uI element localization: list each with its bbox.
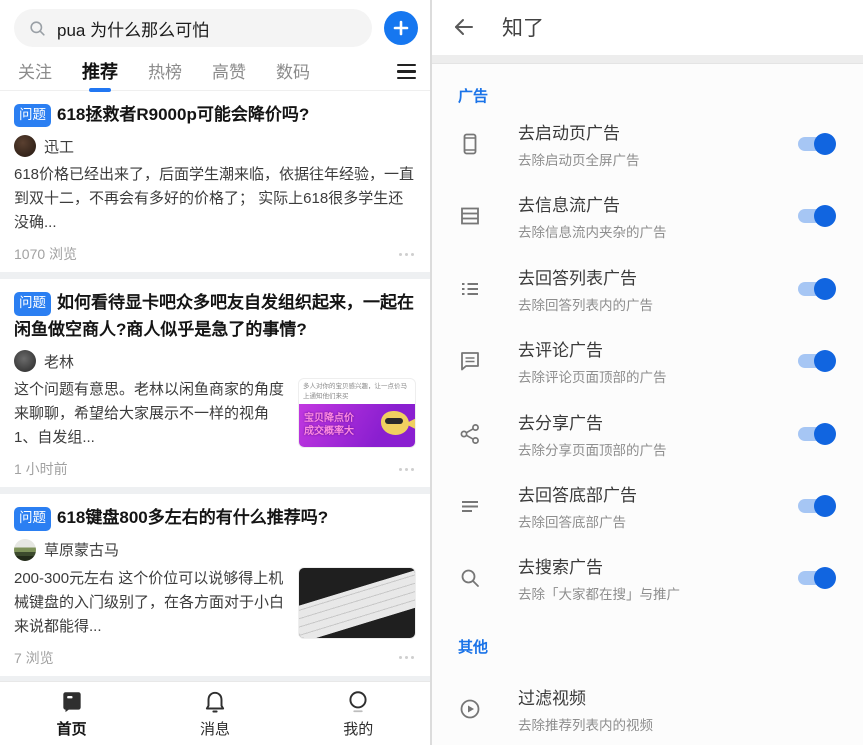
tab-recommend[interactable]: 推荐 (82, 58, 118, 94)
home-icon (62, 691, 81, 712)
question-badge: 问题 (14, 506, 51, 531)
author-name[interactable]: 草原蒙古马 (44, 539, 119, 560)
plus-icon (393, 20, 409, 36)
toggle-share-ads[interactable] (798, 422, 836, 445)
setting-row-search-ads[interactable]: 去搜索广告 去除「大家都在搜」与推广 (432, 542, 863, 614)
lines-icon (462, 500, 478, 512)
toggle-comment-ads[interactable] (798, 350, 836, 373)
smartphone-icon (463, 133, 477, 155)
toggle-search-ads[interactable] (798, 567, 836, 590)
feed-card[interactable]: 问题 618键盘800多左右的有什么推荐吗? 草原蒙古马 200-300元左右 这… (0, 494, 430, 676)
back-arrow-icon[interactable] (452, 15, 476, 39)
tab-digital[interactable]: 数码 (276, 58, 310, 93)
nav-home[interactable]: 首页 (32, 689, 112, 739)
setting-row-filter-videos[interactable]: 过滤视频 去除推荐列表内的视频 (432, 673, 863, 745)
search-icon (30, 20, 45, 36)
avatar[interactable] (14, 350, 36, 373)
keyboard-image (299, 567, 415, 638)
more-icon[interactable] (399, 252, 416, 256)
avatar[interactable] (14, 538, 36, 561)
header-divider (432, 54, 863, 64)
settings-header: 知了 (432, 0, 863, 55)
fish-ad-banner: 宝贝降点价 成交概率大 (299, 403, 415, 448)
bell-icon (205, 691, 225, 713)
share-icon (460, 423, 479, 444)
profile-icon (349, 690, 367, 712)
view-count: 7 浏览 (14, 649, 54, 666)
settings-panel: 知了 广告 去启动页广告 去除启动页全屏广告 去信息流广告 去除信息流内夹杂的广… (432, 0, 863, 745)
setting-row-share-ads[interactable]: 去分享广告 去除分享页面顶部的广告 (432, 397, 863, 469)
feed-card[interactable]: 问题 如何看待显卡吧众多吧友自发组织起来，一起在闲鱼做空商人?商人似乎是急了的事情… (0, 279, 430, 488)
question-badge: 问题 (14, 103, 51, 128)
nav-messages[interactable]: 消息 (175, 689, 255, 739)
view-count: 1070 浏览 (14, 246, 78, 263)
feed-list: 问题 618拯救者R9000p可能会降价吗? 迅工 618价格已经出来了，后面学生… (0, 91, 430, 681)
fish-icon (381, 410, 409, 435)
toggle-answer-bottom-ads[interactable] (798, 494, 836, 517)
more-icon[interactable] (399, 467, 416, 471)
setting-row-answer-list-ads[interactable]: 去回答列表广告 去除回答列表内的广告 (432, 252, 863, 324)
question-badge: 问题 (14, 291, 51, 316)
play-circle-icon (460, 699, 480, 719)
card-title: 问题 如何看待显卡吧众多吧友自发组织起来，一起在闲鱼做空商人?商人似乎是急了的事情… (14, 291, 414, 339)
setting-row-splash-ads[interactable]: 去启动页广告 去除启动页全屏广告 (432, 108, 863, 180)
timestamp: 1 小时前 (14, 461, 68, 478)
toggle-splash-ads[interactable] (798, 132, 836, 155)
list-icon (462, 282, 478, 295)
author-name[interactable]: 老林 (44, 351, 74, 372)
menu-icon[interactable] (397, 63, 416, 88)
search-header: pua 为什么那么可怕 (0, 0, 430, 53)
search-icon (461, 569, 479, 588)
toggle-answer-list-ads[interactable] (798, 277, 836, 300)
tab-hot[interactable]: 热榜 (148, 58, 182, 93)
card-excerpt: 618价格已经出来了，后面学生潮来临，依据往年经验，一直到双十二，不再会有多好的… (14, 166, 415, 232)
setting-row-answer-bottom-ads[interactable]: 去回答底部广告 去除回答底部广告 (432, 470, 863, 542)
comment-icon (461, 352, 479, 371)
more-icon[interactable] (399, 656, 416, 660)
search-query-text: pua 为什么那么可怕 (57, 20, 210, 40)
thumb-caption: 多人对你的宝贝感兴趣，让一点价马上通知他们来买 (303, 383, 407, 400)
bottom-nav: 首页 消息 我的 (0, 681, 430, 745)
nav-profile[interactable]: 我的 (318, 689, 398, 739)
card-excerpt: 200-300元左右 这个价位可以说够得上机械键盘的入门级别了，在各方面对于小白… (14, 569, 285, 635)
tab-upvoted[interactable]: 高赞 (212, 58, 246, 93)
section-label-other: 其他 (458, 638, 489, 656)
add-button[interactable] (384, 11, 418, 45)
feed-card[interactable]: 问题 618拯救者R9000p可能会降价吗? 迅工 618价格已经出来了，后面学生… (0, 91, 430, 273)
card-excerpt: 这个问题有意思。老林以闲鱼商家的角度来聊聊，希望给大家展示不一样的视角 1、自发… (14, 381, 285, 447)
tab-follow[interactable]: 关注 (18, 58, 52, 93)
feed-app-panel: pua 为什么那么可怕 关注 推荐 热榜 高赞 数码 问题 618拯救者R9000… (0, 0, 430, 745)
setting-row-feed-ads[interactable]: 去信息流广告 去除信息流内夹杂的广告 (432, 180, 863, 252)
avatar[interactable] (14, 135, 36, 158)
search-input[interactable]: pua 为什么那么可怕 (14, 9, 372, 47)
toggle-feed-ads[interactable] (798, 205, 836, 228)
card-title: 问题 618键盘800多左右的有什么推荐吗? (14, 505, 416, 531)
card-thumbnail (298, 566, 416, 639)
page-title: 知了 (502, 17, 544, 41)
feed-tabs: 关注 推荐 热榜 高赞 数码 (0, 53, 430, 91)
card-title: 问题 618拯救者R9000p可能会降价吗? (14, 102, 416, 128)
section-label-ads: 广告 (458, 87, 489, 105)
author-name[interactable]: 迅工 (44, 136, 74, 157)
setting-row-comment-ads[interactable]: 去评论广告 去除评论页面顶部的广告 (432, 325, 863, 397)
feed-rows-icon (461, 207, 479, 225)
split-screen: pua 为什么那么可怕 关注 推荐 热榜 高赞 数码 问题 618拯救者R9000… (0, 0, 863, 745)
card-thumbnail: 多人对你的宝贝感兴趣，让一点价马上通知他们来买 宝贝降点价 成交概率大 (298, 378, 416, 449)
